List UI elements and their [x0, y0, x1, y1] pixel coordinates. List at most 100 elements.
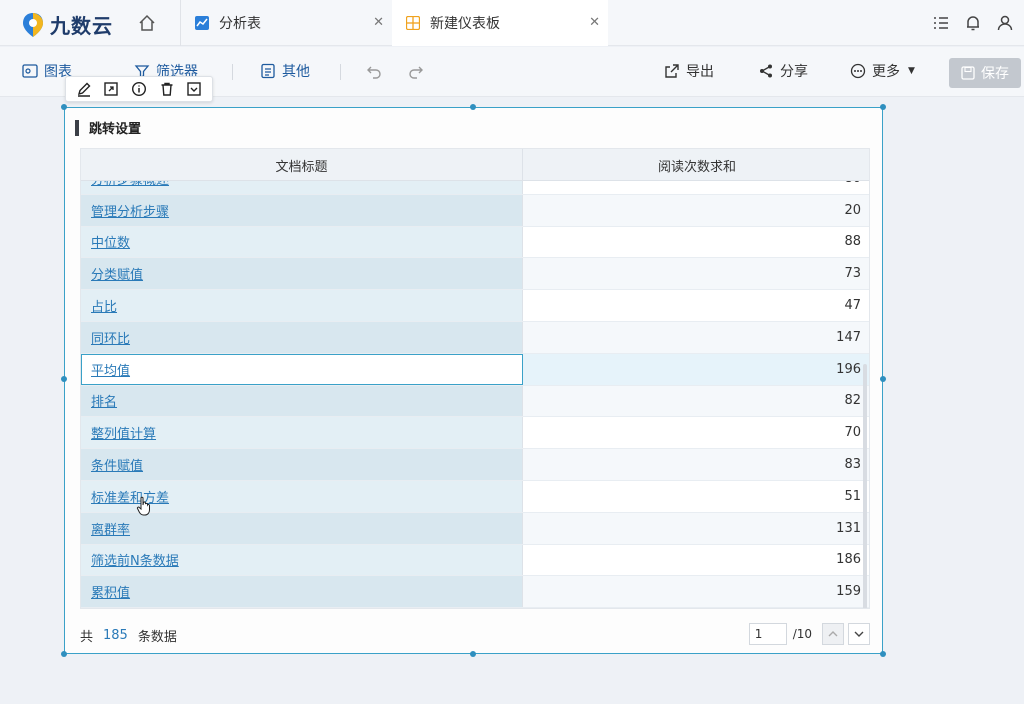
resize-handle[interactable]: [61, 104, 67, 110]
resize-handle[interactable]: [61, 376, 67, 382]
widget-title: 跳转设置: [75, 118, 141, 137]
data-table: 文档标题 阅读次数求和 分析步骤概述80管理分析步骤20中位数88分类赋值73占…: [80, 148, 870, 609]
table-row[interactable]: 整列值计算 70: [81, 417, 869, 450]
table-row[interactable]: 占比 47: [81, 290, 869, 322]
doc-title-link[interactable]: 离群率: [91, 519, 130, 538]
doc-title-link[interactable]: 占比: [91, 296, 117, 315]
resize-handle[interactable]: [880, 651, 886, 657]
cell-doc-title[interactable]: 占比: [81, 290, 523, 321]
task-list-icon[interactable]: [932, 14, 950, 32]
top-right-icons: [932, 14, 1014, 32]
doc-title-link[interactable]: 平均值: [91, 360, 130, 379]
export-label: 导出: [686, 64, 714, 80]
table-row[interactable]: 管理分析步骤 20: [81, 194, 869, 227]
column-header-reads[interactable]: 阅读次数求和: [523, 149, 869, 181]
table-row[interactable]: 条件赋值 83: [81, 449, 869, 481]
doc-title-link[interactable]: 同环比: [91, 328, 130, 347]
doc-title-link[interactable]: 筛选前N条数据: [91, 550, 179, 569]
resize-handle[interactable]: [880, 104, 886, 110]
export-button[interactable]: 导出: [664, 61, 714, 81]
title-accent-bar: [75, 119, 79, 136]
table-row[interactable]: 平均值 196: [81, 353, 869, 386]
doc-title-link[interactable]: 条件赋值: [91, 455, 143, 474]
logo-text: 九数云: [50, 14, 113, 38]
table-row[interactable]: 分类赋值 73: [81, 258, 869, 291]
cell-doc-title[interactable]: 管理分析步骤: [81, 194, 523, 226]
table-scrollbar[interactable]: [863, 364, 867, 608]
doc-title-link[interactable]: 整列值计算: [91, 423, 156, 442]
doc-title-link[interactable]: 中位数: [91, 232, 130, 251]
maximize-icon[interactable]: [103, 81, 119, 97]
close-icon[interactable]: ✕: [589, 15, 600, 30]
cell-doc-title[interactable]: 同环比: [81, 321, 523, 353]
top-bar: 九数云 分析表 ✕ 新建仪表板 ✕: [0, 0, 1024, 46]
save-button[interactable]: 保存: [949, 58, 1021, 88]
bell-icon[interactable]: [964, 14, 982, 32]
table-row[interactable]: 累积值 159: [81, 576, 869, 608]
close-icon[interactable]: ✕: [373, 15, 384, 30]
cell-read-count: 82: [523, 385, 869, 417]
cell-read-count: 20: [523, 194, 869, 226]
resize-handle[interactable]: [470, 104, 476, 110]
tab-label: 新建仪表板: [430, 16, 500, 32]
prev-page-button[interactable]: [822, 623, 844, 645]
cell-read-count: 73: [523, 258, 869, 290]
table-header: 文档标题 阅读次数求和: [81, 149, 869, 181]
doc-title-link[interactable]: 管理分析步骤: [91, 201, 169, 220]
trash-icon[interactable]: [159, 81, 175, 97]
edit-icon[interactable]: [76, 81, 92, 97]
share-icon: [760, 64, 772, 78]
caret-down-icon: ▼: [908, 66, 915, 76]
info-icon[interactable]: [131, 81, 147, 97]
table-row[interactable]: 排名 82: [81, 385, 869, 418]
chart-line-icon: [195, 16, 209, 30]
undo-icon[interactable]: [366, 65, 382, 79]
doc-title-link[interactable]: 排名: [91, 391, 117, 410]
table-widget[interactable]: 跳转设置 文档标题 阅读次数求和 分析步骤概述80管理分析步骤20中位数88分类…: [61, 104, 886, 657]
cell-doc-title[interactable]: 整列值计算: [81, 417, 523, 449]
logo[interactable]: 九数云: [22, 10, 113, 39]
table-row[interactable]: 标准差和方差 51: [81, 480, 869, 513]
table-row[interactable]: 筛选前N条数据 186: [81, 544, 869, 577]
dashboard-icon: [406, 16, 420, 30]
tab-new-dashboard[interactable]: 新建仪表板 ✕: [392, 0, 608, 46]
resize-handle[interactable]: [880, 376, 886, 382]
cell-doc-title[interactable]: 排名: [81, 385, 523, 417]
page-number-input[interactable]: 1: [748, 623, 787, 645]
cell-doc-title[interactable]: 条件赋值: [81, 449, 523, 480]
cell-doc-title[interactable]: 离群率: [81, 512, 523, 544]
cell-doc-title[interactable]: 中位数: [81, 226, 523, 258]
column-header-title[interactable]: 文档标题: [81, 149, 523, 181]
share-button[interactable]: 分享: [758, 61, 808, 81]
table-row[interactable]: 同环比 147: [81, 321, 869, 354]
cell-read-count: 83: [523, 449, 869, 480]
cell-read-count: 196: [523, 353, 869, 385]
cell-read-count: 147: [523, 321, 869, 353]
logo-icon: [23, 12, 43, 37]
resize-handle[interactable]: [470, 651, 476, 657]
user-icon[interactable]: [996, 14, 1014, 32]
toolbar-divider: [232, 64, 233, 80]
doc-title-link[interactable]: 累积值: [91, 582, 130, 601]
cell-read-count: 51: [523, 480, 869, 512]
table-row[interactable]: 离群率 131: [81, 512, 869, 545]
next-page-button[interactable]: [848, 623, 870, 645]
more-button[interactable]: 更多 ▼: [850, 61, 915, 81]
document-icon: [261, 63, 275, 79]
doc-title-link[interactable]: 标准差和方差: [91, 487, 169, 506]
more-icon: [850, 63, 866, 79]
cell-doc-title[interactable]: 累积值: [81, 576, 523, 608]
dropdown-box-icon[interactable]: [186, 81, 202, 97]
home-icon[interactable]: [138, 14, 156, 32]
tab-analysis-table[interactable]: 分析表 ✕: [180, 0, 392, 46]
cell-doc-title[interactable]: 筛选前N条数据: [81, 544, 523, 576]
cell-doc-title[interactable]: 平均值: [81, 353, 523, 385]
other-button[interactable]: 其他: [260, 61, 310, 81]
doc-title-link[interactable]: 分类赋值: [91, 264, 143, 283]
resize-handle[interactable]: [61, 651, 67, 657]
cell-read-count: 88: [523, 226, 869, 258]
redo-icon[interactable]: [408, 65, 424, 79]
cell-doc-title[interactable]: 分类赋值: [81, 258, 523, 290]
table-row[interactable]: 中位数 88: [81, 226, 869, 259]
page-total: /10: [792, 627, 812, 641]
